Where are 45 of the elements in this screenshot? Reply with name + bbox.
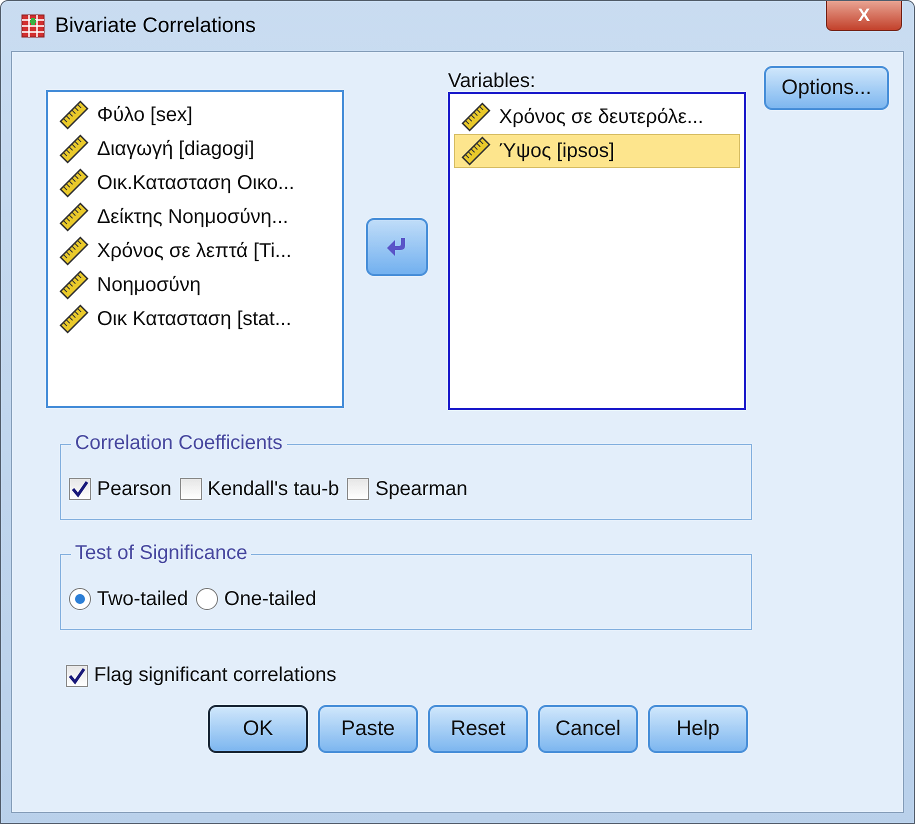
variable-item[interactable]: Χρόνος σε δευτερόλε... [454, 100, 740, 134]
variable-item[interactable]: Χρόνος σε λεπτά [Ti... [52, 234, 338, 268]
app-icon [21, 14, 45, 38]
variable-label: Οικ.Κατασταση Οικο... [97, 172, 294, 194]
variable-item[interactable]: Διαγωγή [diagogi] [52, 132, 338, 166]
check-mark-icon [71, 480, 89, 498]
variables-list[interactable]: Χρόνος σε δευτερόλε... Ύψος [ipsos] [448, 92, 746, 410]
move-button[interactable] [366, 218, 428, 276]
check-mark-icon [68, 666, 86, 684]
variable-item[interactable]: Φύλο [sex] [52, 98, 338, 132]
source-variable-list[interactable]: Φύλο [sex] Διαγωγή [diagogi] Οικ.Κατασταση Οικο... Δείκτης Νοημοσύνη... Χρόνος σε λεπτά [Ti... Νοημοσύνη Οικ Κατασταση [stat... [46, 90, 344, 408]
variable-label: Χρόνος σε δευτερόλε... [499, 106, 704, 128]
variable-label: Φύλο [sex] [97, 104, 193, 126]
variable-item[interactable]: Οικ.Κατασταση Οικο... [52, 166, 338, 200]
checkbox-label: Pearson [97, 478, 172, 500]
variable-item[interactable]: Δείκτης Νοημοσύνη... [52, 200, 338, 234]
dialog-button[interactable]: Help [648, 705, 748, 753]
checkbox[interactable] [66, 664, 88, 686]
checkbox[interactable] [347, 478, 370, 500]
variable-item[interactable]: Νοημοσύνη [52, 268, 338, 302]
checkbox-label: Spearman [375, 478, 468, 500]
variable-item[interactable]: Οικ Κατασταση [stat... [52, 302, 338, 336]
radio-button[interactable] [196, 588, 218, 610]
variables-label: Variables: [448, 70, 536, 92]
variable-item[interactable]: Ύψος [ipsos] [454, 134, 740, 168]
dialog-button[interactable]: Reset [428, 705, 528, 753]
variable-label: Νοημοσύνη [97, 274, 201, 296]
radio-label: One-tailed [224, 588, 316, 610]
radio-button[interactable] [69, 588, 91, 610]
dialog-button[interactable]: OK [208, 705, 308, 753]
options-button[interactable]: Options... [764, 66, 889, 110]
dialog-button[interactable]: Paste [318, 705, 418, 753]
dialog-button[interactable]: Cancel [538, 705, 638, 753]
checkbox[interactable] [180, 478, 202, 500]
variable-label: Διαγωγή [diagogi] [97, 138, 254, 160]
variable-label: Δείκτης Νοημοσύνη... [97, 206, 288, 228]
radio-label: Two-tailed [97, 588, 188, 610]
checkbox-label: Kendall's tau-b [208, 478, 340, 500]
window-title: Bivariate Correlations [55, 14, 256, 38]
variable-label: Χρόνος σε λεπτά [Ti... [97, 240, 292, 262]
checkbox[interactable] [69, 478, 91, 500]
variable-label: Οικ Κατασταση [stat... [97, 308, 292, 330]
group-title: Test of Significance [71, 542, 252, 565]
checkbox-label: Flag significant correlations [94, 664, 336, 687]
variable-label: Ύψος [ipsos] [499, 140, 614, 162]
